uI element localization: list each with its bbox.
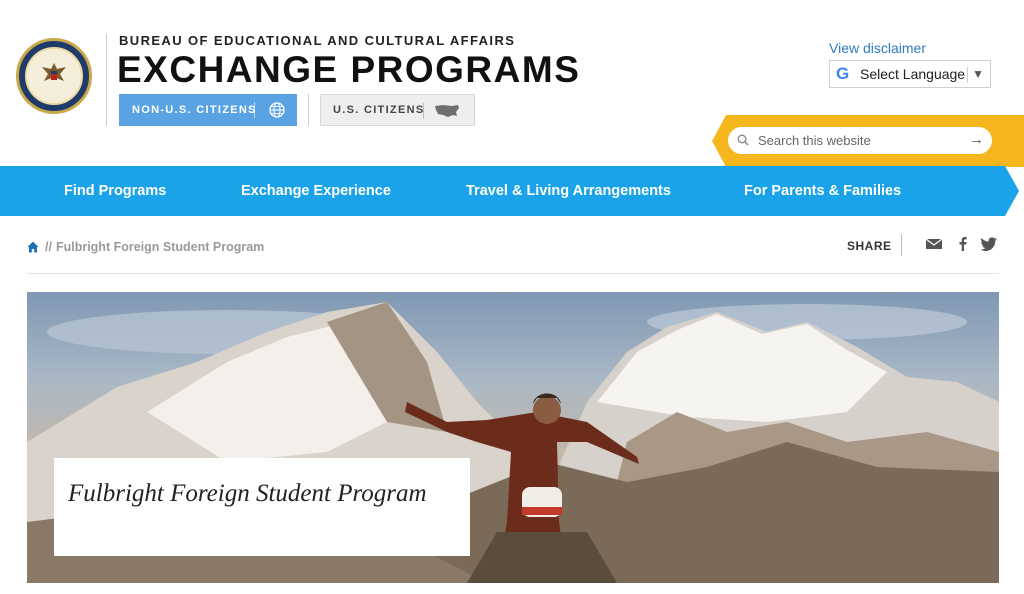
bureau-name: BUREAU OF EDUCATIONAL AND CULTURAL AFFAI… <box>119 33 516 48</box>
google-icon: G <box>836 64 850 83</box>
search-input[interactable]: Search this website → <box>728 127 992 154</box>
hero-title: Fulbright Foreign Student Program <box>68 480 427 507</box>
twitter-icon[interactable] <box>980 236 998 252</box>
non-us-citizens-button[interactable]: NON-U.S. CITIZENS <box>119 94 297 126</box>
nav-travel-living[interactable]: Travel & Living Arrangements <box>466 183 671 199</box>
language-select-label: Select Language <box>860 66 966 82</box>
main-nav: Find Programs Exchange Experience Travel… <box>0 166 1019 216</box>
view-disclaimer-link[interactable]: View disclaimer <box>829 40 926 56</box>
facebook-icon[interactable] <box>954 236 972 252</box>
button-separator <box>423 103 424 119</box>
select-separator <box>967 67 968 83</box>
nav-parents-families[interactable]: For Parents & Families <box>744 183 901 199</box>
usa-map-icon <box>435 105 459 117</box>
language-select[interactable]: G Select Language ▼ <box>829 60 991 88</box>
home-icon[interactable] <box>27 241 39 253</box>
globe-icon <box>269 102 285 118</box>
breadcrumb-separator: // <box>45 240 52 254</box>
hero-title-card: Fulbright Foreign Student Program <box>54 458 470 556</box>
dropdown-arrow-icon: ▼ <box>972 67 984 81</box>
search-placeholder: Search this website <box>758 133 871 148</box>
share-divider <box>901 234 902 256</box>
share-label: SHARE <box>847 239 892 253</box>
email-icon[interactable] <box>925 236 943 252</box>
arrow-right-icon[interactable]: → <box>969 131 984 148</box>
eagle-icon <box>42 63 66 81</box>
button-separator <box>254 102 255 118</box>
search-icon <box>737 134 749 146</box>
non-us-citizens-label: NON-U.S. CITIZENS <box>132 104 257 116</box>
us-citizens-label: U.S. CITIZENS <box>333 104 425 116</box>
breadcrumb-rule <box>27 273 999 274</box>
breadcrumb: // Fulbright Foreign Student Program <box>27 240 264 254</box>
breadcrumb-current: Fulbright Foreign Student Program <box>55 240 265 254</box>
nav-exchange-experience[interactable]: Exchange Experience <box>241 183 391 199</box>
nav-find-programs[interactable]: Find Programs <box>64 183 166 199</box>
site-title[interactable]: EXCHANGE PROGRAMS <box>117 49 580 91</box>
header-divider <box>106 34 107 126</box>
state-department-seal[interactable] <box>16 38 92 114</box>
us-citizens-button[interactable]: U.S. CITIZENS <box>320 94 475 126</box>
audience-divider <box>308 94 309 126</box>
